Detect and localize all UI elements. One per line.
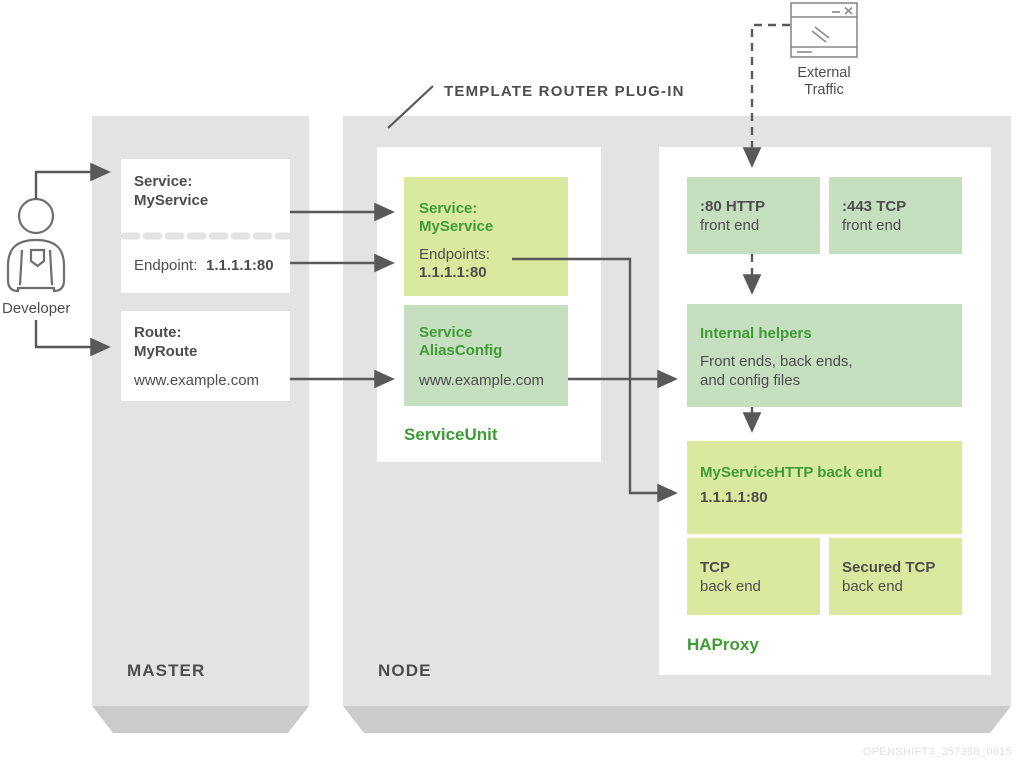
- watermark-label: OPENSHIFT3_357398_0615: [863, 746, 1012, 758]
- secured-tcp-back-end-bg: [829, 538, 962, 615]
- plugin-callout-label: TEMPLATE ROUTER PLUG-IN: [444, 83, 685, 100]
- route-card-title-line2: MyRoute: [134, 343, 197, 360]
- haproxy-tcp-back-end[interactable]: TCP back end: [687, 538, 820, 615]
- route-card-title-line1: Route:: [134, 324, 182, 341]
- myservicehttp-back-end-bg: [687, 441, 962, 534]
- external-traffic-label-line1: External: [797, 65, 850, 81]
- service-unit-aliasconfig-box[interactable]: Service AliasConfig www.example.com: [404, 305, 568, 406]
- router-architecture-diagram: MASTER NODE Service: MyService Endpoint:…: [2, 2, 1012, 758]
- service-box-title-line1: Service:: [419, 200, 477, 217]
- service-box-endpoints-label: Endpoints:: [419, 246, 490, 263]
- aliasconfig-host: www.example.com: [418, 372, 544, 389]
- route-card-host: www.example.com: [133, 372, 259, 389]
- node-zone-label: NODE: [378, 661, 432, 680]
- developer-label: Developer: [2, 300, 70, 317]
- internal-helpers-line1: Front ends, back ends,: [700, 353, 853, 370]
- tcp-back-end-line2: back end: [700, 578, 761, 595]
- tcp-front-end-line2: front end: [842, 217, 901, 234]
- master-zone-label: MASTER: [127, 661, 205, 680]
- browser-window-icon: [790, 2, 858, 58]
- myservicehttp-back-end-value: 1.1.1.1:80: [700, 489, 768, 506]
- http-front-end-bg: [687, 177, 820, 254]
- haproxy-internal-helpers[interactable]: Internal helpers Front ends, back ends, …: [687, 304, 962, 407]
- myservicehttp-back-end-title: MyServiceHTTP back end: [700, 464, 882, 481]
- developer-person-icon: Developer: [2, 197, 70, 317]
- service-unit-service-box[interactable]: Service: MyService Endpoints: 1.1.1.1:80: [404, 177, 568, 296]
- developer-head: [17, 197, 55, 235]
- service-card-title-line2: MyService: [134, 192, 208, 209]
- tcp-front-end-line1: :443 TCP: [842, 198, 906, 215]
- master-zone-base: [92, 706, 309, 733]
- haproxy-panel: :80 HTTP front end :443 TCP front end In…: [659, 147, 991, 675]
- internal-helpers-title: Internal helpers: [700, 325, 812, 342]
- aliasconfig-title-line1: Service: [419, 324, 472, 341]
- master-service-card[interactable]: Service: MyService Endpoint: 1.1.1.1:80: [120, 159, 292, 293]
- service-box-title-line2: MyService: [419, 218, 493, 235]
- service-unit-panel: Service: MyService Endpoints: 1.1.1.1:80…: [377, 147, 601, 462]
- haproxy-myservicehttp-back-end[interactable]: MyServiceHTTP back end 1.1.1.1:80: [687, 441, 962, 534]
- service-card-endpoint-label: Endpoint:: [134, 257, 197, 274]
- service-unit-label: ServiceUnit: [404, 425, 498, 444]
- service-card-endpoint-value: 1.1.1.1:80: [206, 257, 274, 274]
- tcp-back-end-bg: [687, 538, 820, 615]
- developer-arm-left: [18, 249, 24, 286]
- tcp-front-end-bg: [829, 177, 962, 254]
- http-front-end-line2: front end: [700, 217, 759, 234]
- secured-tcp-back-end-line1: Secured TCP: [842, 559, 935, 576]
- developer-arm-right: [48, 249, 54, 286]
- node-zone-base: [343, 706, 1011, 733]
- haproxy-secured-tcp-back-end[interactable]: Secured TCP back end: [829, 538, 962, 615]
- haproxy-label: HAProxy: [687, 635, 759, 654]
- developer-pocket: [29, 248, 46, 268]
- service-card-title-line1: Service:: [134, 173, 192, 190]
- master-route-card[interactable]: Route: MyRoute www.example.com: [121, 311, 290, 401]
- external-traffic-label-line2: Traffic: [804, 82, 843, 98]
- service-box-endpoints-value: 1.1.1.1:80: [419, 264, 487, 281]
- secured-tcp-back-end-line2: back end: [842, 578, 903, 595]
- haproxy-tcp-front-end[interactable]: :443 TCP front end: [829, 177, 962, 254]
- internal-helpers-line2: and config files: [700, 372, 800, 389]
- http-front-end-line1: :80 HTTP: [700, 198, 765, 215]
- tcp-back-end-line1: TCP: [700, 559, 730, 576]
- aliasconfig-title-line2: AliasConfig: [419, 342, 502, 359]
- external-traffic: External Traffic: [790, 2, 858, 98]
- haproxy-http-front-end[interactable]: :80 HTTP front end: [687, 177, 820, 254]
